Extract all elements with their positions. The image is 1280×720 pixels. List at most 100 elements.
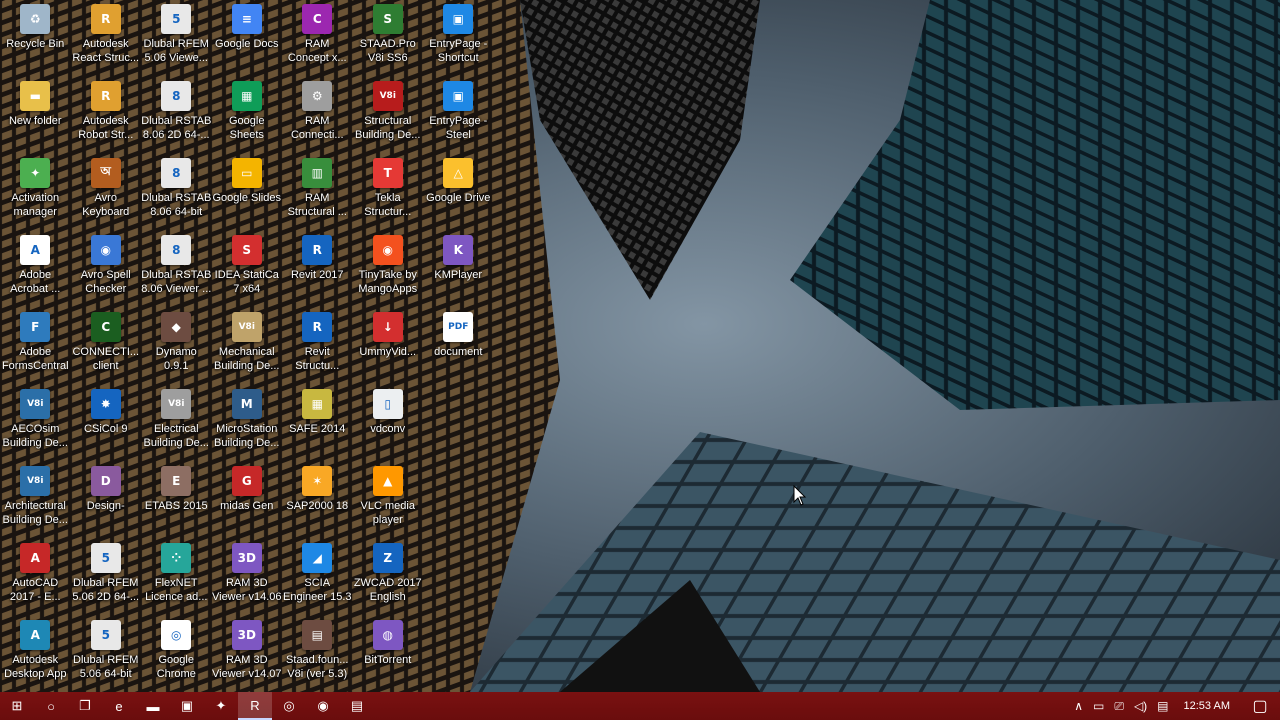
desktop-shortcut[interactable]: T Tekla Structur...	[353, 154, 424, 231]
desktop-shortcut[interactable]: ▭ Google Slides	[212, 154, 283, 231]
desktop-shortcut[interactable]: ▦ SAFE 2014	[282, 385, 353, 462]
desktop-shortcut[interactable]: 5 Dlubal RFEM 5.06 64-bit	[71, 616, 142, 693]
desktop-shortcut-label: New folder	[8, 115, 62, 127]
desktop-shortcut-label: RAM 3D Viewer v14.07	[211, 654, 282, 680]
desktop-shortcut[interactable]: R Autodesk Robot Str...	[71, 77, 142, 154]
desktop-shortcut[interactable]: ▤ Staad.foun... V8i (ver 5.3)	[282, 616, 353, 693]
desktop-shortcut[interactable]: ≡ Google Docs	[212, 0, 283, 77]
desktop-shortcut[interactable]: ↓ UmmyVid...	[353, 308, 424, 385]
entrypage-steel-icon: ▣	[443, 81, 474, 111]
desktop-shortcut[interactable]: ▣ EntryPage - Shortcut	[423, 0, 494, 77]
desktop-shortcut-label: vdconv	[370, 423, 406, 435]
desktop-shortcut[interactable]: অ Avro Keyboard	[71, 154, 142, 231]
desktop-shortcut[interactable]: M MicroStation Building De...	[212, 385, 283, 462]
desktop-shortcut[interactable]: ⁘ FlexNET Licence ad...	[141, 539, 212, 616]
desktop-shortcut[interactable]: R Autodesk React Struc...	[71, 0, 142, 77]
desktop-shortcut[interactable]: ⚙ RAM Connecti...	[282, 77, 353, 154]
desktop-shortcut-label: STAAD.Pro V8i SS6	[359, 38, 416, 64]
desktop-shortcut[interactable]: V8i Architectural Building De...	[0, 462, 71, 539]
desktop-shortcut[interactable]: ◆ Dynamo 0.9.1	[141, 308, 212, 385]
desktop-shortcut[interactable]: 8 Dlubal RSTAB 8.06 Viewer ...	[141, 231, 212, 308]
desktop-shortcut-label: Adobe Acrobat ...	[10, 269, 61, 295]
file-explorer-taskbar-icon[interactable]: ▬	[136, 692, 170, 720]
desktop-shortcut[interactable]: 5 Dlubal RFEM 5.06 2D 64-...	[71, 539, 142, 616]
edge-taskbar-icon[interactable]: e	[102, 692, 136, 720]
desktop-shortcut[interactable]: 8 Dlubal RSTAB 8.06 2D 64-...	[141, 77, 212, 154]
desktop-shortcut[interactable]: R Revit 2017	[282, 231, 353, 308]
desktop-shortcut[interactable]: ◎ Google Chrome	[141, 616, 212, 693]
desktop-shortcut[interactable]: K KMPlayer	[423, 231, 494, 308]
desktop-shortcut[interactable]: A Adobe Acrobat ...	[0, 231, 71, 308]
vdconv-icon: ▯	[372, 389, 403, 419]
desktop-shortcut[interactable]: E ETABS 2015	[141, 462, 212, 539]
desktop-shortcut[interactable]: Z ZWCAD 2017 English	[353, 539, 424, 616]
desktop-shortcut[interactable]: ♻ Recycle Bin	[0, 0, 71, 77]
desktop-shortcut[interactable]: ◢ SCIA Engineer 15.3	[282, 539, 353, 616]
desktop-shortcut[interactable]: 3D RAM 3D Viewer v14.07	[212, 616, 283, 693]
desktop-shortcut[interactable]: ▥ RAM Structural ...	[282, 154, 353, 231]
desktop-shortcut[interactable]: ▯ vdconv	[353, 385, 424, 462]
tray-overflow-chevron-icon[interactable]: ∧	[1069, 699, 1088, 713]
microstation-building-icon: M	[231, 389, 262, 419]
desktop-shortcut[interactable]: 5 Dlubal RFEM 5.06 Viewe...	[141, 0, 212, 77]
desktop-shortcut-label: Revit Structu...	[295, 346, 340, 372]
desktop-shortcut[interactable]: ▦ Google Sheets	[212, 77, 283, 154]
desktop-shortcut[interactable]: ✶ SAP2000 18	[282, 462, 353, 539]
desktop-shortcut[interactable]: V8i Structural Building De...	[353, 77, 424, 154]
desktop-shortcut[interactable]: A AutoCAD 2017 - E...	[0, 539, 71, 616]
desktop-shortcut[interactable]: Gmidas Gen	[212, 462, 283, 539]
desktop-shortcut[interactable]: S IDEA StatiCa 7 x64	[212, 231, 283, 308]
desktop-shortcut[interactable]: ◍ BitTorrent	[353, 616, 424, 693]
etabs-icon: E	[161, 466, 192, 496]
desktop-shortcut[interactable]: 8 Dlubal RSTAB 8.06 64-bit	[141, 154, 212, 231]
robot-taskbar-icon[interactable]: R	[238, 692, 272, 720]
ram-structural-icon: ▥	[302, 158, 333, 188]
desktop-shortcut[interactable]: PDF document	[423, 308, 494, 385]
desktop-shortcut[interactable]: ▣ EntryPage - Steel	[423, 77, 494, 154]
desktop-shortcut-label: Avro Spell Checker	[80, 269, 131, 295]
desktop-shortcut[interactable]: ▲ VLC media player	[353, 462, 424, 539]
desktop-shortcut[interactable]: V8i AECOsim Building De...	[0, 385, 71, 462]
desktop-shortcut[interactable]: ▬ New folder	[0, 77, 71, 154]
desktop-shortcut[interactable]: F Adobe FormsCentral	[0, 308, 71, 385]
desktop-shortcut[interactable]: A Autodesk Desktop App	[0, 616, 71, 693]
volume-icon[interactable]: ◁)	[1129, 699, 1152, 713]
desktop-shortcut[interactable]: R Revit Structu...	[282, 308, 353, 385]
language-icon[interactable]: ▤	[1152, 699, 1173, 713]
desktop-shortcut[interactable]: ✦ Activation manager	[0, 154, 71, 231]
ummy-video-icon: ↓	[372, 312, 403, 342]
desktop-shortcut[interactable]: 3D RAM 3D Viewer v14.06	[212, 539, 283, 616]
network-icon[interactable]: ⎚	[1109, 699, 1129, 714]
start-button[interactable]: ⊞	[0, 692, 34, 720]
cortana-button[interactable]: ○	[34, 692, 68, 720]
tinytake-taskbar-icon[interactable]: ◉	[306, 692, 340, 720]
desktop-shortcut[interactable]: ◉ TinyTake by MangoApps	[353, 231, 424, 308]
desktop-shortcut-label: SAP2000 18	[286, 500, 349, 512]
desktop-shortcut-label: FlexNET Licence ad...	[145, 577, 208, 603]
store-taskbar-icon[interactable]: ▣	[170, 692, 204, 720]
desktop-shortcut[interactable]: C RAM Concept x...	[282, 0, 353, 77]
desktop-shortcut[interactable]: △ Google Drive	[423, 154, 494, 231]
desktop-shortcut[interactable]: ◉ Avro Spell Checker	[71, 231, 142, 308]
desktop-shortcut[interactable]: V8i Electrical Building De...	[141, 385, 212, 462]
desktop-shortcut[interactable]: C CONNECTI... client	[71, 308, 142, 385]
desktop-shortcut[interactable]: ✸ CSiCol 9	[71, 385, 142, 462]
notepad-taskbar-icon[interactable]: ▤	[340, 692, 374, 720]
desktop-shortcut[interactable]: V8i Mechanical Building De...	[212, 308, 283, 385]
desktop-shortcut[interactable]: S STAAD.Pro V8i SS6	[353, 0, 424, 77]
desktop-shortcut-label: Dlubal RFEM 5.06 64-bit	[73, 654, 139, 680]
task-view-button[interactable]: ❐	[68, 692, 102, 720]
desktop-shortcut-label: TinyTake by MangoApps	[358, 269, 418, 295]
action-center-icon[interactable]: ▢	[1240, 692, 1280, 720]
app-taskbar-icon[interactable]: ✦	[204, 692, 238, 720]
avro-spell-checker-icon: ◉	[90, 235, 121, 265]
staad-foundation-icon: ▤	[302, 620, 333, 650]
desktop-shortcut-label: Dlubal RSTAB 8.06 2D 64-...	[141, 115, 212, 141]
chrome-taskbar-icon[interactable]: ◎	[272, 692, 306, 720]
desktop-shortcut[interactable]: D Design-	[71, 462, 142, 539]
battery-icon[interactable]: ▭	[1088, 699, 1109, 713]
google-slides-icon: ▭	[231, 158, 262, 188]
taskbar-clock[interactable]: 12:53 AM	[1174, 700, 1240, 712]
adobe-acrobat-icon: A	[20, 235, 51, 265]
safe-2014-icon: ▦	[302, 389, 333, 419]
